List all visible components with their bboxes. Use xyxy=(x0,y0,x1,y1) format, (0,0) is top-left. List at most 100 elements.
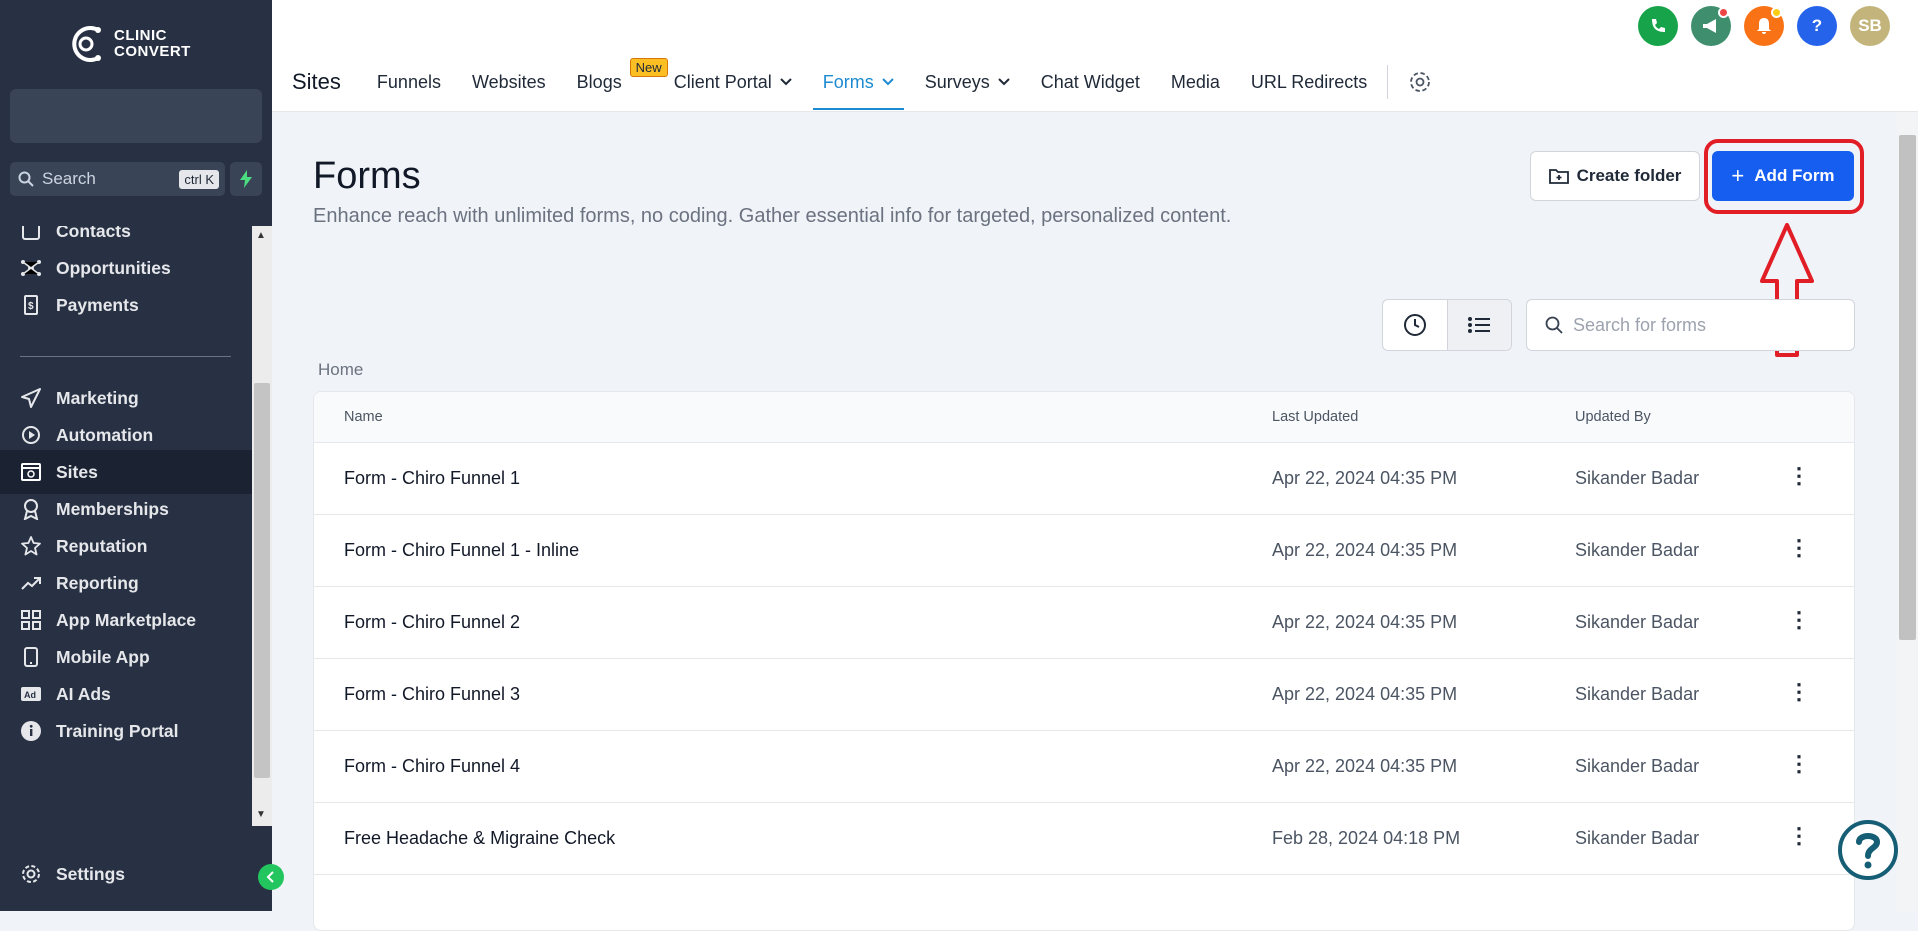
sidebar-item-payments[interactable]: $ Payments xyxy=(0,283,252,327)
scroll-up-arrow-icon[interactable]: ▲ xyxy=(256,230,266,241)
tab-surveys[interactable]: Surveys xyxy=(925,62,1010,102)
list-view-button[interactable] xyxy=(1446,300,1511,350)
tab-label: Media xyxy=(1170,71,1220,92)
quick-actions-button[interactable] xyxy=(230,162,262,196)
more-options-icon[interactable]: ⋮ xyxy=(1788,823,1810,849)
table-row[interactable]: Form - Chiro Funnel 1 Apr 22, 2024 04:35… xyxy=(314,443,1854,515)
grid-icon xyxy=(21,610,41,630)
tab-funnels[interactable]: Funnels xyxy=(377,62,441,102)
announcements-button[interactable] xyxy=(1691,6,1731,46)
breadcrumb[interactable]: Home xyxy=(318,360,363,380)
table-row[interactable]: Form - Chiro Funnel 1 - Inline Apr 22, 2… xyxy=(314,515,1854,587)
tab-url-redirects[interactable]: URL Redirects xyxy=(1251,62,1367,102)
table-row[interactable]: Form - Chiro Funnel 2 Apr 22, 2024 04:35… xyxy=(314,587,1854,659)
sidebar-search[interactable]: Search ctrl K xyxy=(10,162,225,196)
notifications-button[interactable] xyxy=(1744,6,1784,46)
view-toggle xyxy=(1382,299,1512,351)
tab-websites[interactable]: Websites xyxy=(472,62,546,102)
updated-by: Sikander Badar xyxy=(1575,612,1700,632)
form-name[interactable]: Form - Chiro Funnel 1 xyxy=(344,468,520,489)
column-updated-by[interactable]: Updated By xyxy=(1575,409,1651,425)
phone-button[interactable] xyxy=(1638,6,1678,46)
sidebar: CLINIC CONVERT Search ctrl K Contacts Op… xyxy=(0,0,284,911)
notification-dot xyxy=(1771,7,1782,18)
opportunities-icon xyxy=(21,260,41,276)
sidebar-scrollbar-thumb[interactable] xyxy=(254,383,270,778)
column-name[interactable]: Name xyxy=(344,409,383,425)
sites-settings-button[interactable] xyxy=(1408,70,1432,94)
page-description: Enhance reach with unlimited forms, no c… xyxy=(313,205,1232,227)
page-title: Forms xyxy=(313,155,421,197)
form-name[interactable]: Free Headache & Migraine Check xyxy=(344,828,615,849)
help-button[interactable]: ? xyxy=(1797,6,1837,46)
table-header: Name Last Updated Updated By xyxy=(314,392,1854,443)
page-scrollbar-thumb[interactable] xyxy=(1899,135,1916,640)
svg-text:Ad: Ad xyxy=(24,690,36,700)
tab-forms[interactable]: Forms xyxy=(812,62,904,110)
tab-blogs[interactable]: Blogs New xyxy=(577,58,668,102)
sidebar-item-label: Marketing xyxy=(56,387,139,408)
more-options-icon[interactable]: ⋮ xyxy=(1788,463,1810,489)
chevron-down-icon xyxy=(780,78,792,86)
tab-label: Forms xyxy=(822,71,874,92)
tab-label: Client Portal xyxy=(673,71,772,92)
updated-by: Sikander Badar xyxy=(1575,468,1700,488)
clinic-convert-logo[interactable]: CLINIC CONVERT xyxy=(68,22,191,66)
help-widget-button[interactable] xyxy=(1838,820,1898,880)
sidebar-item-settings[interactable]: Settings xyxy=(0,852,252,896)
sidebar-nav: Contacts Opportunities $ Payments Market… xyxy=(0,226,252,826)
tab-label: Websites xyxy=(471,71,546,92)
more-options-icon[interactable]: ⋮ xyxy=(1788,535,1810,561)
tab-media[interactable]: Media xyxy=(1171,62,1220,102)
settings-label: Settings xyxy=(56,863,126,884)
send-icon xyxy=(21,388,41,408)
tab-client-portal[interactable]: Client Portal xyxy=(674,62,792,102)
trend-icon xyxy=(21,577,41,590)
sidebar-item-training-portal[interactable]: Training Portal xyxy=(0,709,252,753)
sidebar-item-label: Reputation xyxy=(56,535,148,556)
search-shortcut-badge: ctrl K xyxy=(179,169,219,189)
search-forms-input[interactable]: Search for forms xyxy=(1526,299,1855,351)
table-row[interactable]: Free Headache & Migraine Check Feb 28, 2… xyxy=(314,803,1854,875)
more-options-icon[interactable]: ⋮ xyxy=(1788,751,1810,777)
more-options-icon[interactable]: ⋮ xyxy=(1788,607,1810,633)
sidebar-item-label: Automation xyxy=(56,424,154,445)
table-row[interactable]: Form - Chiro Funnel 3 Apr 22, 2024 04:35… xyxy=(314,659,1854,731)
notification-dot xyxy=(1718,7,1729,18)
last-updated: Apr 22, 2024 04:35 PM xyxy=(1272,756,1458,776)
sidebar-item-label: Opportunities xyxy=(56,257,171,278)
sidebar-item-label: Mobile App xyxy=(56,646,150,667)
avatar-initials: SB xyxy=(1858,16,1882,35)
mobile-icon xyxy=(24,647,38,667)
table-row[interactable]: Form - Chiro Funnel 4 Apr 22, 2024 04:35… xyxy=(314,731,1854,803)
tab-chat-widget[interactable]: Chat Widget xyxy=(1041,62,1140,102)
recent-view-button[interactable] xyxy=(1383,300,1447,350)
form-name[interactable]: Form - Chiro Funnel 4 xyxy=(344,756,520,777)
svg-text:$: $ xyxy=(28,301,34,312)
column-last-updated[interactable]: Last Updated xyxy=(1272,409,1358,425)
updated-by: Sikander Badar xyxy=(1575,540,1700,560)
form-name[interactable]: Form - Chiro Funnel 3 xyxy=(344,684,520,705)
last-updated: Apr 22, 2024 04:35 PM xyxy=(1272,684,1458,704)
megaphone-icon xyxy=(1703,19,1716,33)
sidebar-item-label: Payments xyxy=(56,294,139,315)
search-forms-placeholder: Search for forms xyxy=(1573,314,1707,335)
sites-icon xyxy=(21,463,41,481)
new-badge: New xyxy=(629,58,668,77)
award-icon xyxy=(23,499,39,520)
search-icon xyxy=(18,171,34,187)
more-options-icon[interactable]: ⋮ xyxy=(1788,679,1810,705)
account-switcher[interactable] xyxy=(10,89,262,143)
scroll-down-arrow-icon[interactable]: ▼ xyxy=(256,809,266,820)
last-updated: Feb 28, 2024 04:18 PM xyxy=(1272,828,1461,848)
user-avatar[interactable]: SB xyxy=(1850,6,1890,46)
form-name[interactable]: Form - Chiro Funnel 1 - Inline xyxy=(344,540,579,561)
lightning-icon xyxy=(240,170,252,188)
folder-plus-icon xyxy=(1548,169,1569,184)
create-folder-button[interactable]: Create folder xyxy=(1530,151,1700,201)
clock-icon xyxy=(1403,314,1426,336)
tab-label: Surveys xyxy=(924,71,990,92)
form-name[interactable]: Form - Chiro Funnel 2 xyxy=(344,612,520,633)
highlight-annotation xyxy=(1704,139,1864,214)
tab-label: URL Redirects xyxy=(1250,71,1368,92)
